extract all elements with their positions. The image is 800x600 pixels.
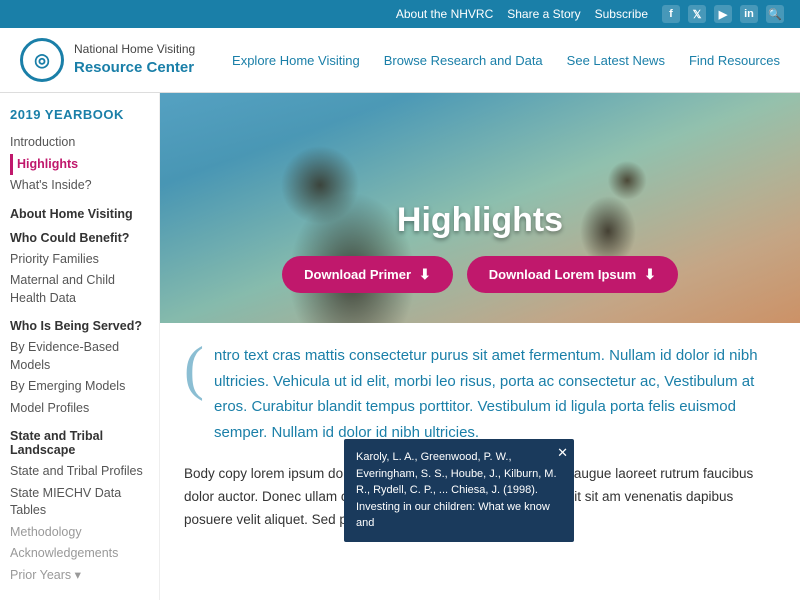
sidebar-section-who-benefit: Who Could Benefit? xyxy=(10,231,149,245)
sidebar-item-state-tribal-profiles[interactable]: State and Tribal Profiles xyxy=(10,461,149,483)
hero-buttons: Download Primer ⬇ Download Lorem Ipsum ⬇ xyxy=(160,256,800,293)
sidebar-item-whats-inside[interactable]: What's Inside? xyxy=(10,175,149,197)
nav-browse[interactable]: Browse Research and Data xyxy=(384,53,543,68)
body-paragraph-wrapper: Body copy lorem ipsum dolor sit amet. Vi… xyxy=(184,463,776,532)
share-link[interactable]: Share a Story xyxy=(507,7,580,21)
site-header: ◎ National Home Visiting Resource Center… xyxy=(0,28,800,93)
sidebar-section-who-served: Who Is Being Served? xyxy=(10,319,149,333)
download-primer-button[interactable]: Download Primer ⬇ xyxy=(282,256,453,293)
logo-icon: ◎ xyxy=(20,38,64,82)
facebook-icon[interactable]: f xyxy=(662,5,680,23)
sidebar-item-acknowledgements[interactable]: Acknowledgements xyxy=(10,543,149,565)
sidebar-item-maternal-child[interactable]: Maternal and Child Health Data xyxy=(10,270,149,309)
body-content: ( ntro text cras mattis consectetur puru… xyxy=(160,323,800,566)
site-title: Resource Center xyxy=(74,58,195,78)
intro-paragraph: ntro text cras mattis consectetur purus … xyxy=(214,343,776,445)
about-link[interactable]: About the NHVRC xyxy=(396,7,493,21)
sidebar-item-priority-families[interactable]: Priority Families xyxy=(10,249,149,271)
sidebar: 2019 YEARBOOK Introduction Highlights Wh… xyxy=(0,93,160,600)
citation-text: Karoly, L. A., Greenwood, P. W., Evering… xyxy=(356,451,557,529)
intro-text-block: ( ntro text cras mattis consectetur puru… xyxy=(184,343,776,445)
top-bar: About the NHVRC Share a Story Subscribe … xyxy=(0,0,800,28)
social-icons: f 𝕏 ▶ in 🔍 xyxy=(662,5,784,23)
nav-resources[interactable]: Find Resources xyxy=(689,53,780,68)
sidebar-section-tribal: State and Tribal Landscape xyxy=(10,429,149,457)
sidebar-item-model-profiles[interactable]: Model Profiles xyxy=(10,398,149,420)
sidebar-item-evidence-based[interactable]: By Evidence-Based Models xyxy=(10,337,149,376)
download-arrow-icon: ⬇ xyxy=(419,266,431,283)
search-icon[interactable]: 🔍 xyxy=(766,5,784,23)
twitter-icon[interactable]: 𝕏 xyxy=(688,5,706,23)
download-arrow-icon-2: ⬇ xyxy=(644,266,656,283)
main-content: Highlights Download Primer ⬇ Download Lo… xyxy=(160,93,800,600)
hero-title: Highlights xyxy=(160,201,800,240)
nav-news[interactable]: See Latest News xyxy=(567,53,665,68)
sidebar-item-highlights[interactable]: Highlights xyxy=(10,154,149,176)
citation-popup: ✕ Karoly, L. A., Greenwood, P. W., Everi… xyxy=(344,439,574,542)
citation-close-button[interactable]: ✕ xyxy=(557,443,568,463)
main-layout: 2019 YEARBOOK Introduction Highlights Wh… xyxy=(0,93,800,600)
sidebar-item-miechv-tables[interactable]: State MIECHV Data Tables xyxy=(10,483,149,522)
hero-section: Highlights Download Primer ⬇ Download Lo… xyxy=(160,93,800,323)
sidebar-item-methodology[interactable]: Methodology xyxy=(10,522,149,544)
sidebar-item-prior-years[interactable]: Prior Years ▾ xyxy=(10,565,149,587)
sidebar-item-introduction[interactable]: Introduction xyxy=(10,132,149,154)
download-lorem-button[interactable]: Download Lorem Ipsum ⬇ xyxy=(467,256,678,293)
sidebar-item-emerging-models[interactable]: By Emerging Models xyxy=(10,376,149,398)
main-nav: Explore Home Visiting Browse Research an… xyxy=(232,53,780,68)
youtube-icon[interactable]: ▶ xyxy=(714,5,732,23)
subscribe-link[interactable]: Subscribe xyxy=(595,7,648,21)
sidebar-section-about: About Home Visiting xyxy=(10,207,149,221)
intro-bracket: ( xyxy=(184,338,204,445)
nav-explore[interactable]: Explore Home Visiting xyxy=(232,53,360,68)
logo-area: ◎ National Home Visiting Resource Center xyxy=(20,38,195,82)
linkedin-icon[interactable]: in xyxy=(740,5,758,23)
year-label: 2019 YEARBOOK xyxy=(10,107,149,122)
logo-text: National Home Visiting Resource Center xyxy=(74,42,195,77)
